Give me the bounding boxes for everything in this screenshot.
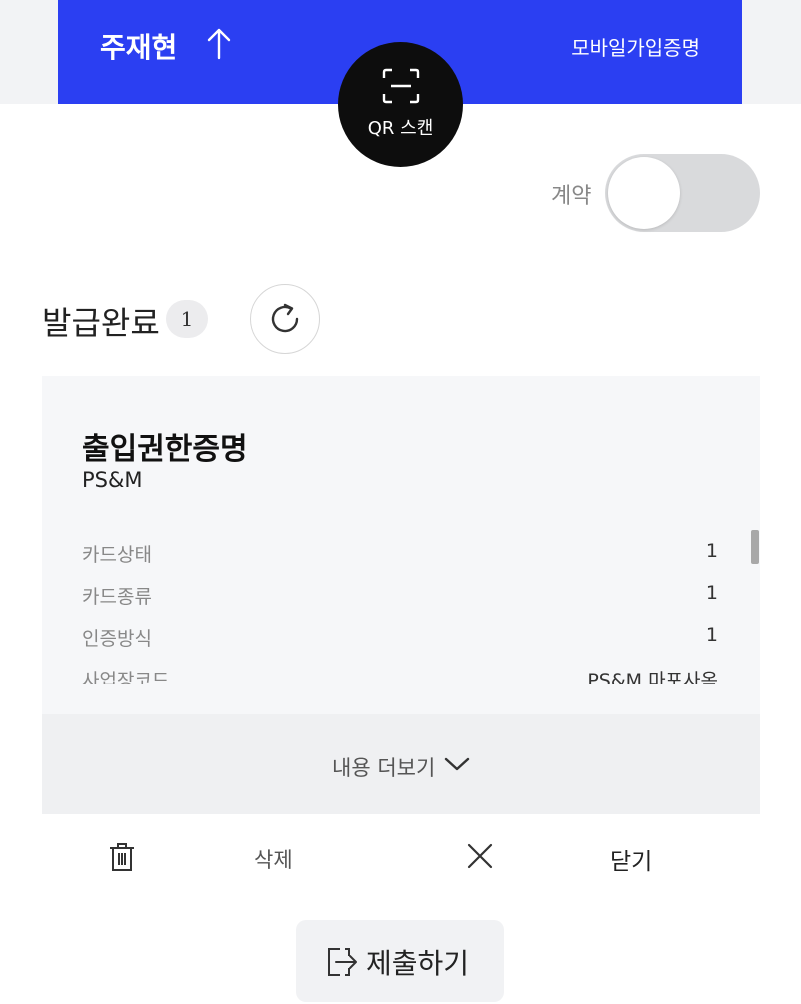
toggle-knob: [608, 157, 680, 229]
submit-button[interactable]: 제출하기: [296, 920, 504, 1002]
arrow-up-icon[interactable]: [206, 26, 232, 60]
detail-value: 1: [705, 540, 718, 562]
user-name[interactable]: 주재현: [100, 26, 177, 66]
detail-row: 인증방식 1: [82, 620, 718, 662]
show-more-button[interactable]: 내용 더보기: [42, 714, 760, 814]
count-badge: 1: [166, 300, 208, 338]
detail-key: 카드상태: [82, 544, 152, 566]
detail-value: PS&M 마포사옥: [587, 670, 718, 684]
submit-icon: [328, 948, 357, 976]
qr-scan-button[interactable]: QR 스캔: [338, 42, 463, 167]
card-detail-list[interactable]: 카드상태 1 카드종류 1 인증방식 1 사업장코드 PS&M 마포사옥: [82, 536, 718, 684]
contract-label: 계약: [551, 184, 592, 209]
mobile-join-proof-link[interactable]: 모바일가입증명: [571, 32, 700, 61]
close-icon[interactable]: [466, 842, 494, 870]
chevron-down-icon: [444, 757, 470, 771]
delete-label[interactable]: 삭제: [254, 844, 293, 874]
refresh-icon: [271, 303, 299, 333]
detail-scrollbar[interactable]: [751, 530, 759, 564]
detail-row: 카드상태 1: [82, 536, 718, 578]
section-title: 발급완료: [42, 304, 160, 342]
trash-icon[interactable]: [108, 842, 136, 872]
detail-row: 사업장코드 PS&M 마포사옥: [82, 662, 718, 684]
card-title: 출입권한증명: [82, 432, 248, 467]
contract-toggle[interactable]: [605, 154, 760, 232]
credential-card[interactable]: 출입권한증명 PS&M 카드상태 1 카드종류 1 인증방식 1 사업장코드 P…: [42, 376, 760, 814]
detail-key: 카드종류: [82, 586, 152, 608]
submit-label: 제출하기: [366, 947, 470, 980]
show-more-label: 내용 더보기: [332, 756, 436, 780]
close-label[interactable]: 닫기: [610, 842, 652, 876]
refresh-button[interactable]: [250, 284, 320, 354]
qr-scan-label: QR 스캔: [367, 118, 434, 139]
detail-key: 인증방식: [82, 628, 152, 650]
qr-scan-icon: [382, 68, 420, 104]
detail-key: 사업장코드: [82, 670, 170, 684]
detail-row: 카드종류 1: [82, 578, 718, 620]
detail-value: 1: [705, 582, 718, 604]
card-subtitle: PS&M: [82, 468, 143, 492]
detail-value: 1: [705, 624, 718, 646]
